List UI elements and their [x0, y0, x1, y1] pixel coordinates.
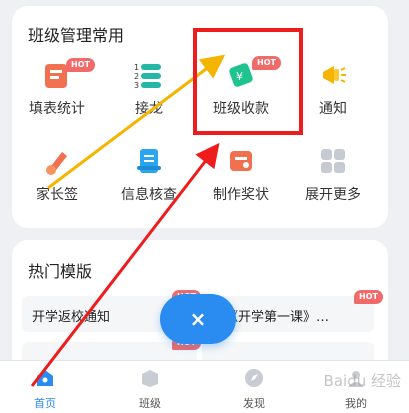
grid-item-info-check[interactable]: 信息核查 — [104, 146, 194, 216]
list-icon: 123 — [134, 60, 164, 90]
discover-icon — [243, 367, 265, 389]
tab-discover[interactable]: 发现 — [214, 361, 294, 413]
grid-item-label: 展开更多 — [305, 187, 361, 203]
grid-more-icon — [318, 146, 348, 176]
svg-text:1: 1 — [134, 63, 139, 72]
highlight-box — [193, 28, 303, 135]
grid-item-more[interactable]: 展开更多 — [288, 146, 378, 216]
grid-item-relay[interactable]: 123 接龙 — [104, 60, 194, 130]
section-title: 班级管理常用 — [28, 26, 125, 45]
grid-item-form-stats[interactable]: HOT 填表统计 — [12, 58, 102, 130]
certificate-icon — [226, 146, 256, 176]
sign-icon — [42, 146, 72, 176]
grid-item-label: 家长签 — [36, 187, 78, 203]
grid-item-label: 填表统计 — [29, 101, 85, 117]
tab-label: 我的 — [345, 397, 367, 410]
tab-label: 班级 — [139, 397, 161, 410]
home-icon — [34, 367, 56, 389]
section-title: 热门模版 — [28, 262, 93, 281]
watermark: Baidu 经验 — [323, 372, 401, 390]
template-label: 开学返校通知 — [32, 310, 111, 325]
tab-label: 首页 — [34, 397, 56, 410]
grid-item-label: 制作奖状 — [213, 187, 269, 203]
tab-class[interactable]: 班级 — [110, 361, 190, 413]
tab-home[interactable]: 首页 — [5, 361, 85, 413]
grid-item-parent-sign[interactable]: 家长签 — [12, 146, 102, 216]
svg-text:3: 3 — [134, 81, 139, 90]
clipboard-icon — [134, 146, 164, 176]
tab-label: 发现 — [243, 397, 265, 410]
class-icon — [139, 367, 161, 389]
grid-item-certificate[interactable]: 制作奖状 — [196, 146, 286, 216]
megaphone-icon — [318, 60, 348, 90]
hot-badge: HOT — [66, 58, 95, 72]
close-fab-button[interactable]: × — [160, 294, 236, 344]
hot-badge: HOT — [354, 290, 383, 304]
svg-text:2: 2 — [134, 72, 139, 81]
grid-item-label: 接龙 — [135, 101, 163, 117]
grid-item-label: 信息核查 — [121, 187, 177, 203]
